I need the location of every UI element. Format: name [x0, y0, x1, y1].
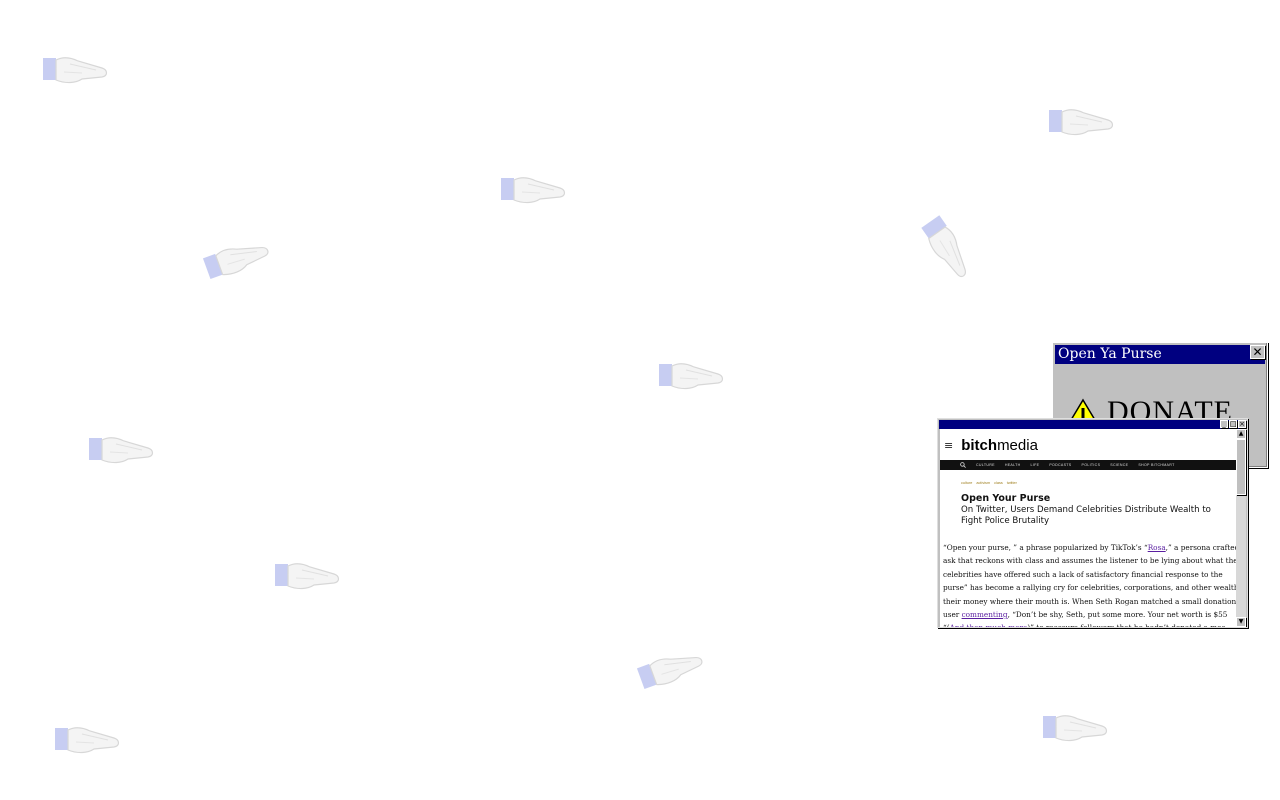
article-title: Open Your Purse — [961, 493, 1051, 504]
nav-item-shop[interactable]: SHOP BITCHMART — [1138, 463, 1174, 467]
tag-link[interactable]: culture — [961, 481, 972, 485]
window-title-bar[interactable] — [939, 420, 1246, 429]
pointing-hand-icon — [275, 563, 340, 590]
menu-icon[interactable]: ≡ — [944, 439, 953, 452]
tag-link[interactable]: class — [994, 481, 1003, 485]
article-window[interactable]: _ □ × ≡ bitchmedia CULTURE HEALTH LIFE P… — [937, 418, 1248, 628]
article-link[interactable]: Rosa — [1148, 543, 1166, 552]
scroll-down-arrow[interactable]: ▼ — [1236, 617, 1246, 627]
pointing-hand-icon — [636, 656, 703, 690]
article-text: , “Don’t be shy, Seth, put some more. Yo… — [1007, 610, 1228, 620]
article-tags: culture activism class twitter — [961, 481, 1017, 485]
article-line: their money where their mouth is. When S… — [943, 595, 1236, 608]
minimize-button[interactable]: _ — [1220, 420, 1228, 428]
nav-item-politics[interactable]: POLITICS — [1082, 463, 1101, 467]
article-link[interactable]: And then much more — [950, 623, 1028, 627]
pointing-hand-icon — [501, 177, 566, 204]
vertical-scrollbar[interactable]: ▲ ▼ — [1236, 429, 1246, 627]
tag-link[interactable]: activism — [976, 481, 990, 485]
site-logo[interactable]: bitchmedia — [961, 437, 1038, 454]
nav-item-culture[interactable]: CULTURE — [976, 463, 995, 467]
article-text: ask that reckons with class and assumes … — [943, 556, 1236, 566]
close-button[interactable]: × — [1238, 420, 1246, 428]
article-line: “Open your purse, ” a phrase popularized… — [943, 541, 1236, 554]
article-text: “( — [943, 623, 950, 627]
tag-link[interactable]: twitter — [1007, 481, 1017, 485]
article-line: “(And then much more)” to reassure follo… — [943, 621, 1236, 627]
pointing-hand-icon — [55, 727, 120, 754]
nav-item-science[interactable]: SCIENCE — [1110, 463, 1128, 467]
window-title: Open Ya Purse — [1058, 346, 1162, 362]
search-icon[interactable] — [960, 462, 966, 468]
article-line: ask that reckons with class and assumes … — [943, 554, 1236, 567]
article-text: celebrities have offered such a lack of … — [943, 569, 1223, 579]
article-text: “Open your purse, ” a phrase popularized… — [943, 543, 1148, 552]
article-text: )” to reassure followers that he hadn’t … — [1027, 623, 1225, 627]
article-link[interactable]: commenting — [962, 610, 1008, 619]
close-button[interactable]: ✕ — [1250, 345, 1265, 359]
article-text: purse” has become a rallying cry for cel… — [943, 583, 1236, 593]
article-line: user commenting, “Don’t be shy, Seth, pu… — [943, 608, 1236, 621]
web-page: ≡ bitchmedia CULTURE HEALTH LIFE PODCAST… — [940, 429, 1236, 627]
nav-item-health[interactable]: HEALTH — [1005, 463, 1021, 467]
article-line: celebrities have offered such a lack of … — [943, 568, 1236, 581]
scroll-up-arrow[interactable]: ▲ — [1236, 429, 1246, 439]
pointing-hand-icon — [1043, 715, 1108, 742]
maximize-button[interactable]: □ — [1229, 420, 1237, 428]
pointing-hand-icon — [659, 363, 724, 390]
pointing-hand-icon — [43, 57, 108, 84]
pointing-hand-icon — [1049, 109, 1114, 136]
article-text: user — [943, 610, 962, 620]
nav-item-podcasts[interactable]: PODCASTS — [1049, 463, 1071, 467]
article-headline: Open Your Purse On Twitter, Users Demand… — [961, 493, 1233, 527]
scroll-thumb[interactable] — [1236, 439, 1246, 495]
article-body: “Open your purse, ” a phrase popularized… — [943, 541, 1236, 627]
site-nav: CULTURE HEALTH LIFE PODCASTS POLITICS SC… — [940, 460, 1236, 470]
window-title-bar[interactable]: Open Ya Purse — [1055, 345, 1265, 364]
nav-item-life[interactable]: LIFE — [1031, 463, 1040, 467]
article-text: ,” a persona crafted — [1165, 543, 1236, 552]
article-text: their money where their mouth is. When S… — [943, 596, 1236, 606]
article-line: purse” has become a rallying cry for cel… — [943, 581, 1236, 594]
site-header: ≡ bitchmedia — [944, 433, 1038, 457]
article-subtitle: On Twitter, Users Demand Celebrities Dis… — [961, 505, 1211, 526]
pointing-hand-icon — [89, 437, 154, 464]
pointing-hand-icon — [921, 215, 966, 277]
pointing-hand-icon — [202, 246, 269, 280]
